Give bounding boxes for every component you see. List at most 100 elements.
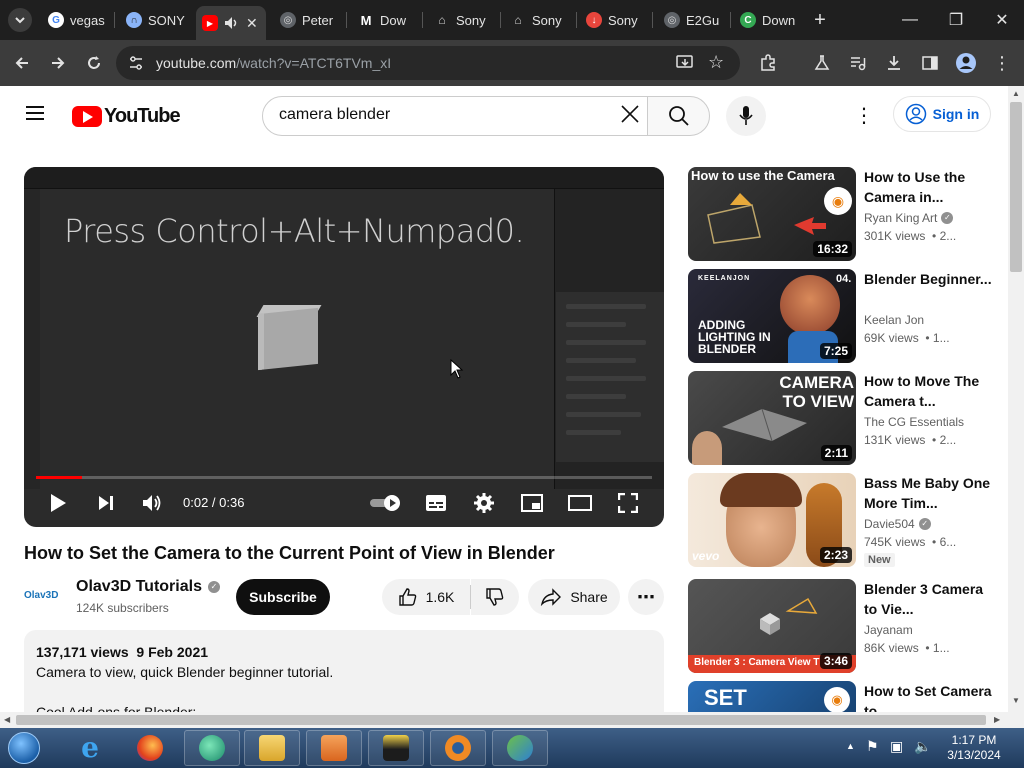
volume-button[interactable]	[141, 491, 165, 515]
taskbar-app[interactable]	[368, 730, 424, 766]
system-clock[interactable]: 1:17 PM 3/13/2024	[938, 733, 1010, 763]
description-box[interactable]: 137,171 views 9 Feb 2021 Camera to view,…	[24, 630, 664, 712]
recommendation-title[interactable]: How to Use the Camera in...	[864, 167, 992, 207]
taskbar-blender[interactable]	[430, 730, 486, 766]
recommendation-thumbnail[interactable]: Blender 3 : Camera View T 3:46	[688, 579, 856, 673]
recommendation-channel[interactable]: The CG Essentials	[864, 415, 964, 429]
start-button[interactable]	[4, 730, 44, 766]
play-button[interactable]	[46, 491, 70, 515]
recommendation-item[interactable]: Blender 3 : Camera View T 3:46 Blender 3…	[688, 579, 998, 673]
address-bar[interactable]: youtube.com/watch?v=ATCT6TVm_xI ☆	[116, 46, 740, 80]
site-info-icon[interactable]	[128, 55, 144, 71]
fullscreen-button[interactable]	[616, 491, 640, 515]
progress-bar[interactable]	[36, 476, 652, 479]
recommendation-item[interactable]: KEELANJON 04. ADDING LIGHTING IN BLENDER…	[688, 269, 998, 363]
recommendation-channel[interactable]: Keelan Jon	[864, 313, 924, 327]
scroll-right-arrow-icon[interactable]: ▶	[994, 715, 1000, 724]
search-input[interactable]	[279, 106, 599, 124]
recommendation-thumbnail[interactable]: vevo 2:23	[688, 473, 856, 567]
search-button[interactable]	[647, 96, 710, 136]
forward-button[interactable]	[46, 51, 70, 75]
recommendation-channel[interactable]: Davie504 ✓	[864, 517, 931, 531]
browser-tab[interactable]: G vegas	[42, 6, 110, 34]
clear-search-button[interactable]	[619, 103, 645, 129]
speaker-icon[interactable]	[224, 16, 240, 30]
next-button[interactable]	[94, 491, 118, 515]
channel-name-link[interactable]: Olav3D Tutorials ✓	[76, 578, 220, 596]
side-panel-button[interactable]	[918, 51, 942, 75]
network-icon[interactable]: ▣	[890, 738, 903, 755]
settings-button[interactable]	[472, 491, 496, 515]
bookmark-star-icon[interactable]: ☆	[708, 52, 724, 73]
profile-button[interactable]	[954, 51, 978, 75]
media-controls-button[interactable]	[846, 51, 870, 75]
recommendation-title[interactable]: Blender Beginner...	[864, 269, 992, 289]
video-player[interactable]: Press Control+Alt+Numpad0. 0:02 / 0:36	[24, 167, 664, 527]
taskbar-media-player[interactable]	[306, 730, 362, 766]
browser-tab[interactable]: ⌂ Sony	[504, 6, 574, 34]
browser-tab[interactable]: ↓ Sony	[580, 6, 650, 34]
taskbar-file-explorer[interactable]	[244, 730, 300, 766]
recommendation-thumbnail[interactable]: SET ◉	[688, 681, 856, 712]
recommendation-item[interactable]: vevo 2:23 Bass Me Baby One More Tim... D…	[688, 473, 998, 567]
new-tab-button[interactable]: +	[806, 8, 834, 32]
recommendation-thumbnail[interactable]: CAMERA TO VIEW 2:11	[688, 371, 856, 465]
more-actions-button[interactable]: ⋯	[628, 579, 664, 615]
recommendation-item[interactable]: SET ◉ How to Set Camera to...	[688, 681, 998, 712]
minimize-button[interactable]: —	[896, 8, 924, 32]
recommendation-title[interactable]: Blender 3 Camera to Vie...	[864, 579, 992, 619]
recommendation-thumbnail[interactable]: KEELANJON 04. ADDING LIGHTING IN BLENDER…	[688, 269, 856, 363]
recommendation-channel[interactable]: Jayanam	[864, 623, 913, 637]
restore-button[interactable]: ❐	[942, 8, 970, 32]
vertical-scrollbar[interactable]: ▲ ▼	[1008, 86, 1024, 712]
horizontal-scrollbar[interactable]: ◀ ▶	[0, 712, 1024, 728]
install-app-icon[interactable]	[676, 55, 694, 71]
browser-tab[interactable]: ◎ E2Gu	[658, 6, 728, 34]
browser-tab[interactable]: ∩ SONY	[120, 6, 192, 34]
search-box[interactable]	[262, 96, 648, 136]
taskbar-app[interactable]	[184, 730, 240, 766]
sign-in-button[interactable]: Sign in	[893, 96, 991, 132]
recommendation-title[interactable]: How to Set Camera to...	[864, 681, 992, 712]
subtitles-button[interactable]	[424, 491, 448, 515]
scroll-left-arrow-icon[interactable]: ◀	[4, 715, 10, 724]
youtube-logo[interactable]: YouTube	[72, 105, 181, 128]
theater-mode-button[interactable]	[568, 491, 592, 515]
guide-menu-button[interactable]	[24, 103, 48, 127]
voice-search-button[interactable]	[726, 96, 766, 136]
show-hidden-icons-button[interactable]: ▲	[846, 741, 855, 751]
action-center-flag-icon[interactable]: ⚑	[866, 738, 879, 755]
autoplay-toggle[interactable]	[368, 491, 404, 515]
browser-tab[interactable]: C Down	[734, 6, 804, 34]
browser-tab[interactable]: ⌂ Sony	[428, 6, 498, 34]
channel-avatar[interactable]: Olav3D	[24, 584, 64, 606]
close-tab-icon[interactable]: ✕	[246, 15, 258, 32]
browser-tab[interactable]: M Dow	[352, 6, 420, 34]
browser-menu-button[interactable]: ⋮	[990, 51, 1014, 75]
taskbar-app[interactable]	[492, 730, 548, 766]
share-button[interactable]: Share	[528, 579, 620, 615]
recommendation-item[interactable]: CAMERA TO VIEW 2:11 How to Move The Came…	[688, 371, 998, 465]
subscribe-button[interactable]: Subscribe	[236, 579, 330, 615]
browser-tab[interactable]: ◎ Peter	[274, 6, 344, 34]
tab-search-button[interactable]	[8, 8, 32, 32]
reload-button[interactable]	[82, 51, 106, 75]
scroll-down-arrow-icon[interactable]: ▼	[1012, 696, 1020, 705]
volume-muted-icon[interactable]: 🔈	[914, 738, 931, 755]
miniplayer-button[interactable]	[520, 491, 544, 515]
labs-button[interactable]	[810, 51, 834, 75]
like-button[interactable]: 1.6K	[382, 579, 470, 615]
recommendation-channel[interactable]: Ryan King Art ✓	[864, 211, 954, 225]
close-window-button[interactable]: ✕	[988, 8, 1016, 32]
scroll-up-arrow-icon[interactable]: ▲	[1012, 89, 1020, 98]
settings-more-button[interactable]: ⋮	[852, 103, 876, 127]
recommendation-title[interactable]: Bass Me Baby One More Tim...	[864, 473, 992, 513]
extensions-button[interactable]	[756, 51, 780, 75]
horizontal-scroll-thumb[interactable]	[16, 715, 986, 725]
recommendation-title[interactable]: How to Move The Camera t...	[864, 371, 992, 411]
taskbar-internet-explorer[interactable]: e	[62, 730, 118, 766]
dislike-button[interactable]	[471, 579, 519, 615]
downloads-button[interactable]	[882, 51, 906, 75]
browser-tab-active[interactable]: ▶ ✕	[196, 6, 266, 40]
recommendation-thumbnail[interactable]: How to use the Camera ◉ 16:32	[688, 167, 856, 261]
